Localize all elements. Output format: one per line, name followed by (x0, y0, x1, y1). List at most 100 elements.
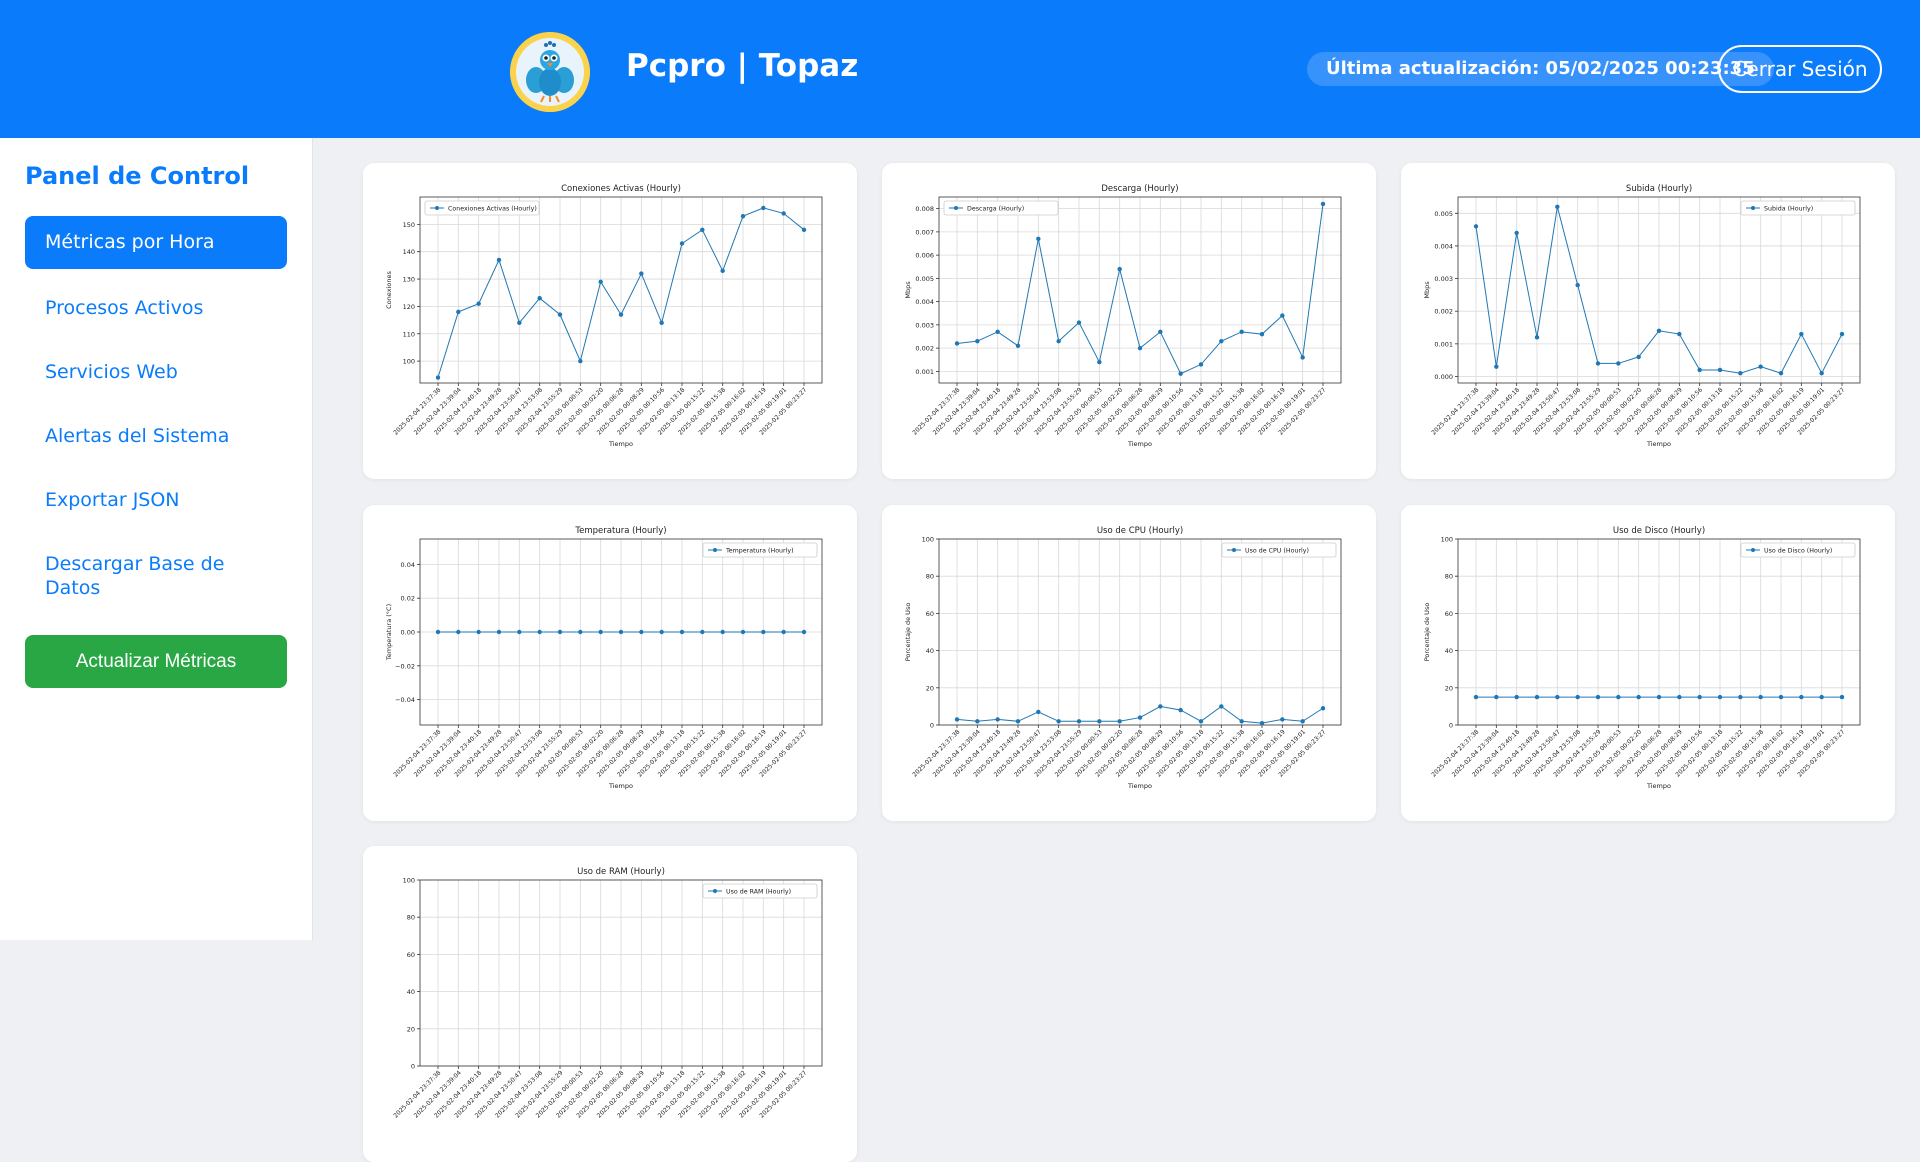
data-point (1280, 717, 1285, 722)
legend-label: Uso de CPU (Hourly) (1245, 548, 1309, 555)
y-tick-label: 120 (403, 303, 415, 311)
legend-marker (1751, 548, 1755, 552)
chart-title: Subida (Hourly) (1626, 184, 1692, 194)
y-tick-label: 140 (403, 248, 415, 256)
data-point (954, 341, 960, 346)
data-point (618, 629, 624, 635)
data-point (537, 629, 542, 635)
legend-label: Descarga (Hourly) (967, 206, 1024, 213)
y-axis-label: Mbps (904, 281, 912, 299)
y-tick-label: 0.005 (1434, 210, 1453, 218)
refresh-metrics-button[interactable]: Actualizar Métricas (25, 635, 287, 688)
chart-title: Uso de RAM (Hourly) (577, 867, 665, 877)
chart-card-disco: Uso de Disco (Hourly) 0 20 40 60 80 100 Porcent… (1401, 505, 1895, 821)
legend-marker (713, 889, 717, 893)
chart-card-cpu: Uso de CPU (Hourly) 0 20 40 60 80 100 Porcentaj… (882, 505, 1376, 821)
data-point (1300, 719, 1305, 724)
y-axis-label: Mbps (1423, 281, 1431, 299)
chart-title: Uso de Disco (Hourly) (1613, 526, 1705, 536)
legend-label: Uso de Disco (Hourly) (1764, 548, 1832, 555)
sidebar-item-procesos-activos[interactable]: Procesos Activos (25, 296, 287, 320)
data-point (435, 629, 441, 635)
data-point (1819, 371, 1824, 376)
data-point (740, 629, 746, 635)
y-tick-label: 130 (403, 276, 415, 284)
chart-descarga: Descarga (Hourly) 0.001 0.002 0.003 0.004 0.0… (904, 184, 1342, 448)
data-point (537, 296, 542, 301)
y-tick-label: 100 (922, 536, 934, 544)
y-tick-label: 0.003 (915, 321, 934, 329)
legend-marker (954, 206, 958, 210)
data-point (517, 320, 522, 326)
data-point (720, 268, 725, 274)
data-point (476, 301, 481, 306)
data-point (1799, 694, 1804, 700)
y-tick-label: 0.001 (1434, 340, 1453, 348)
sidebar-item-servicios-web[interactable]: Servicios Web (25, 360, 287, 384)
data-point (1473, 224, 1479, 229)
y-tick-label: 110 (403, 330, 415, 338)
data-point (517, 629, 522, 635)
last-updated-badge: Última actualización: 05/02/2025 00:23:3… (1307, 52, 1774, 86)
data-point (720, 629, 725, 635)
y-tick-label: 40 (1445, 647, 1453, 655)
y-tick-label: 80 (407, 914, 415, 922)
data-point (1239, 719, 1244, 724)
data-point (1738, 371, 1743, 376)
y-axis-label: Porcentaje de Uso (904, 603, 912, 662)
chart-title: Conexiones Activas (Hourly) (561, 184, 681, 194)
sidebar-item-exportar-json[interactable]: Exportar JSON (25, 488, 287, 512)
y-tick-label: 80 (1445, 573, 1453, 581)
data-point (679, 241, 685, 246)
data-point (1534, 694, 1540, 700)
data-point (1514, 230, 1519, 236)
chart-card-descarga: Descarga (Hourly) 0.001 0.002 0.003 0.004 0.0… (882, 163, 1376, 479)
sidebar-item-descargar-base-de-datos[interactable]: Descargar Base de Datos (25, 552, 255, 600)
data-point (1839, 331, 1845, 337)
y-tick-label: 20 (926, 684, 934, 692)
logout-button[interactable]: Cerrar Sesión (1718, 45, 1882, 93)
chart-title: Descarga (Hourly) (1101, 184, 1178, 194)
x-axis-label: Tiempo (1127, 782, 1152, 790)
data-point (1300, 355, 1305, 360)
data-point (1137, 345, 1143, 351)
data-point (740, 213, 746, 219)
chart-subida: Subida (Hourly) 0.000 0.001 0.002 0.003 0.004… (1423, 184, 1861, 448)
data-point (639, 629, 644, 635)
y-axis-label: Temperatura (°C) (385, 604, 393, 661)
data-point (1494, 694, 1499, 700)
data-point (1778, 694, 1784, 700)
data-point (1636, 354, 1641, 360)
y-tick-label: 100 (403, 877, 415, 885)
data-point (1616, 361, 1621, 366)
data-point (1738, 694, 1743, 700)
y-tick-label: 0.04 (401, 561, 415, 569)
data-point (1677, 694, 1682, 700)
data-point (975, 338, 980, 344)
chart-card-conexiones: Conexiones Activas (Hourly) 100 110 120 130 1… (363, 163, 857, 479)
data-point (1473, 694, 1479, 700)
data-point (1158, 329, 1163, 335)
data-point (1056, 338, 1061, 344)
data-point (761, 629, 766, 635)
data-point (1636, 694, 1641, 700)
legend-label: Temperatura (Hourly) (725, 548, 794, 555)
y-tick-label: 60 (407, 951, 415, 959)
data-point (1219, 704, 1224, 709)
chart-uso-disco: Uso de Disco (Hourly) 0 20 40 60 80 100 Porcent… (1423, 526, 1861, 790)
y-tick-label: 0.005 (915, 275, 934, 283)
data-point (1259, 331, 1265, 337)
chart-uso-ram: Uso de RAM (Hourly)0204060801002025-02-0… (392, 867, 823, 1119)
data-point (598, 629, 603, 635)
y-tick-label: 0.002 (1434, 308, 1453, 316)
sidebar-item-metricas-por-hora[interactable]: Métricas por Hora (25, 216, 287, 269)
data-point (476, 629, 481, 635)
data-point (1097, 359, 1102, 365)
y-axis-label: Conexiones (385, 271, 393, 309)
data-point (1616, 694, 1621, 700)
data-point (435, 375, 441, 380)
y-tick-label: 0.007 (915, 228, 934, 236)
sidebar-item-alertas-del-sistema[interactable]: Alertas del Sistema (25, 424, 287, 448)
data-point (1758, 694, 1763, 700)
data-point (639, 271, 644, 276)
